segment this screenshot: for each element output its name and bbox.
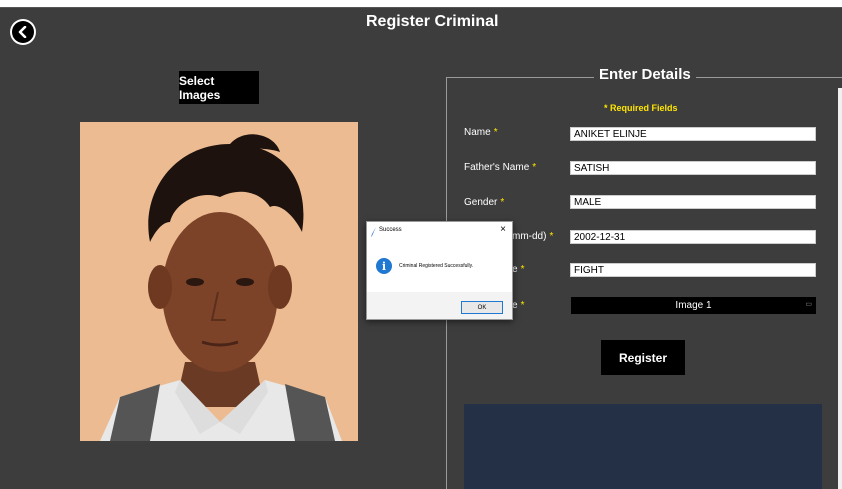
dialog-titlebar: Success × [367, 222, 512, 242]
profile-image-select[interactable]: Image 1 ▭ [571, 297, 816, 314]
crime-label: e * [512, 264, 525, 275]
back-arrow-icon [12, 21, 34, 43]
details-heading: Enter Details [594, 66, 696, 83]
dob-field[interactable]: 2002-12-31 [570, 230, 816, 244]
bottom-panel [464, 404, 822, 489]
name-label: Name * [464, 127, 498, 138]
success-dialog: Success × i Criminal Registered Successf… [366, 221, 513, 320]
dialog-body: i Criminal Registered Successfully. [367, 242, 512, 292]
scrollbar[interactable] [838, 88, 842, 489]
crime-field[interactable]: FIGHT [570, 263, 816, 277]
gender-field[interactable]: MALE [570, 195, 816, 209]
select-images-button[interactable]: Select Images [179, 71, 259, 104]
dialog-message: Criminal Registered Successfully. [399, 263, 474, 269]
close-icon[interactable]: × [500, 224, 506, 235]
dob-label: mm-dd) * [512, 231, 554, 242]
page-title: Register Criminal [366, 13, 499, 30]
back-button[interactable] [10, 19, 36, 45]
feather-icon [371, 227, 376, 237]
top-border-line [0, 7, 842, 8]
profile-image-value: Image 1 [675, 300, 712, 311]
required-fields-note: * Required Fields [604, 103, 678, 113]
criminal-photo [80, 122, 358, 441]
gender-label: Gender * [464, 197, 505, 208]
info-icon: i [376, 258, 392, 274]
fathers-name-label: Father's Name * [464, 162, 537, 173]
fathers-name-field[interactable]: SATISH [570, 161, 816, 175]
profile-image-label: e * [512, 300, 525, 311]
dialog-title: Success [379, 227, 402, 233]
register-button[interactable]: Register [601, 340, 685, 375]
dropdown-arrow-icon: ▭ [805, 301, 812, 308]
name-field[interactable]: ANIKET ELINJE [570, 127, 816, 141]
top-border [0, 0, 842, 7]
ok-button[interactable]: OK [461, 301, 503, 314]
